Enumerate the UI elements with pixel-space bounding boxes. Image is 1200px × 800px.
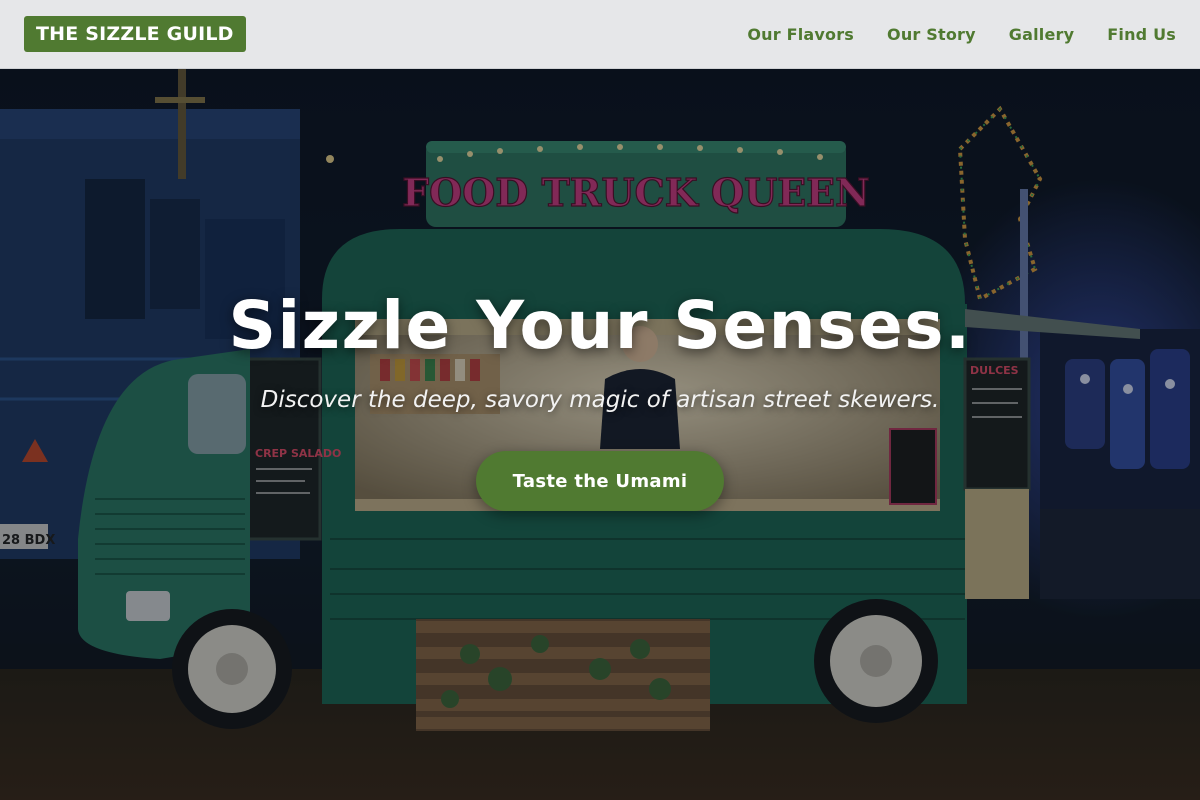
nav-links: Our Flavors Our Story Gallery Find Us (747, 0, 1176, 68)
hero-dark-overlay (0, 69, 1200, 800)
top-nav: THE SIZZLE GUILD Our Flavors Our Story G… (0, 0, 1200, 69)
hero-title: Sizzle Your Senses. (228, 287, 972, 364)
nav-link-our-story[interactable]: Our Story (887, 25, 976, 44)
nav-link-gallery[interactable]: Gallery (1009, 25, 1074, 44)
taste-the-umami-button[interactable]: Taste the Umami (476, 451, 724, 511)
nav-link-find-us[interactable]: Find Us (1107, 25, 1176, 44)
brand-logo[interactable]: THE SIZZLE GUILD (24, 16, 246, 52)
hero-subtitle: Discover the deep, savory magic of artis… (260, 387, 940, 413)
nav-link-our-flavors[interactable]: Our Flavors (747, 25, 854, 44)
hero-section: 28 BDX FOOD TRUCK QUEEN CREP SALADO DULC… (0, 69, 1200, 800)
